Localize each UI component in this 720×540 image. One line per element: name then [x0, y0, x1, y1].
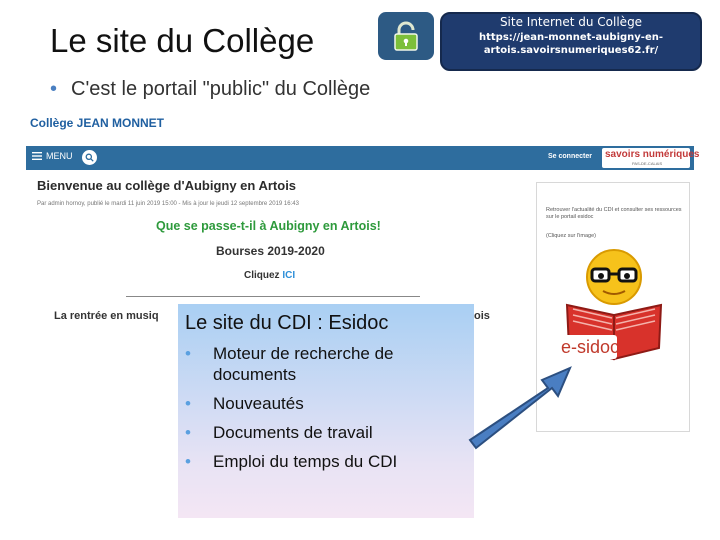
college-name[interactable]: Collège JEAN MONNET — [30, 116, 164, 130]
bullet-icon: • — [185, 393, 191, 413]
logo-subtext: PAS-DE-CALAIS — [632, 161, 663, 166]
search-icon — [85, 153, 94, 162]
list-item-label: Documents de travail — [213, 422, 373, 442]
ici-link[interactable]: ICI — [282, 270, 295, 281]
search-button[interactable] — [82, 150, 97, 165]
bullet-icon: • — [185, 344, 191, 363]
savoirs-numeriques-logo[interactable]: savoirs numériques PAS-DE-CALAIS — [602, 148, 699, 168]
site-url-title: Site Internet du Collège — [499, 15, 643, 29]
bullet-icon: • — [50, 78, 58, 100]
site-url-box: Site Internet du Collège https://jean-mo… — [440, 12, 702, 71]
intro-bullet-text: C'est le portail "public" du Collège — [71, 78, 371, 100]
list-item: • Nouveautés — [185, 394, 474, 415]
menu-button[interactable]: MENU — [32, 151, 73, 161]
news-headline: Que se passe-t-il à Aubigny en Artois! — [156, 219, 381, 233]
rentree-article-title[interactable]: La rentrée en musiq — [54, 310, 159, 322]
menu-label: MENU — [46, 151, 73, 161]
list-item-label: Nouveautés — [213, 393, 304, 413]
login-link[interactable]: Se connecter — [548, 153, 592, 160]
list-item-label: Emploi du temps du CDI — [213, 451, 398, 471]
bullet-icon: • — [185, 451, 191, 471]
site-url-link[interactable]: https://jean-monnet-aubigny-en-artois.sa… — [442, 29, 700, 57]
article-byline: Par admin hornoy, publié le mardi 11 jui… — [37, 201, 299, 207]
lock-icon — [378, 12, 434, 60]
list-item-label: Moteur de recherche de documents — [213, 344, 394, 384]
list-item: • Moteur de recherche de documents — [185, 344, 474, 385]
slide-title: Le site du Collège — [50, 22, 315, 59]
nav-bar: MENU Se connecter savoirs numériques PAS… — [26, 146, 699, 170]
esidoc-logo-text: e-sidoc — [561, 337, 619, 357]
sidebar-click-hint: (Cliquez sur l'image) — [546, 233, 596, 239]
cdi-title: Le site du CDI : Esidoc — [185, 312, 389, 334]
esidoc-mascot-icon[interactable]: e-sidoc — [559, 245, 669, 365]
welcome-heading: Bienvenue au collège d'Aubigny en Artois — [37, 178, 297, 193]
cdi-callout: Le site du CDI : Esidoc • Moteur de reche… — [178, 304, 474, 518]
hamburger-icon — [32, 152, 42, 160]
list-item: • Emploi du temps du CDI — [185, 452, 474, 473]
divider — [126, 296, 420, 297]
sidebar-text: Retrouver l'actualité du CDI et consulte… — [546, 207, 682, 220]
bourses-heading: Bourses 2019-2020 — [216, 244, 325, 258]
click-label: Cliquez — [244, 270, 280, 281]
click-here-link[interactable]: Cliquez ICI — [244, 270, 295, 281]
cdi-feature-list: • Moteur de recherche de documents • Nouve… — [185, 344, 474, 481]
logo-text: savoirs numériques — [605, 149, 700, 160]
list-item: • Documents de travail — [185, 423, 474, 444]
pointer-arrow-icon — [468, 366, 572, 450]
rentree-article-title-tail: ois — [474, 310, 490, 322]
intro-bullet: • C'est le portail "public" du Collège — [50, 78, 370, 101]
bullet-icon: • — [185, 422, 191, 442]
